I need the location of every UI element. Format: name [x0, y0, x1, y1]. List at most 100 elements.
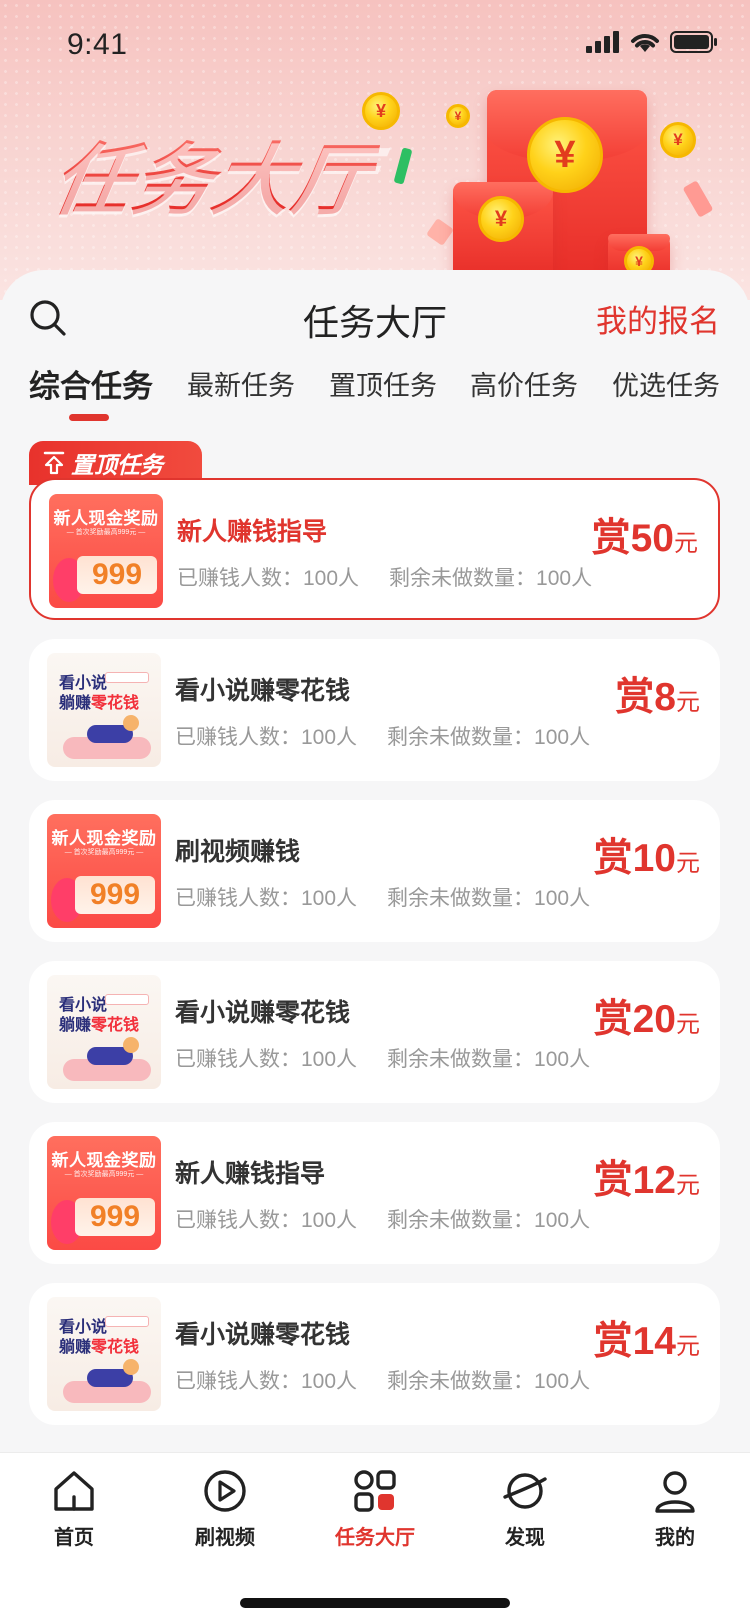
task-thumbnail: 看小说 躺赚零花钱	[47, 653, 161, 767]
earned-count: 已赚钱人数：100人	[175, 1048, 358, 1071]
reward-unit: 元	[676, 850, 700, 877]
my-signup-link[interactable]: 我的报名	[596, 296, 720, 341]
novel-line2-a: 躺赚	[59, 1017, 92, 1034]
task-thumbnail: 看小说 躺赚零花钱	[47, 1297, 161, 1411]
promo-subtitle: — 首次奖励最高999元 —	[66, 529, 146, 536]
tab-preferred[interactable]: 优选任务	[612, 364, 720, 403]
page-header: 任务大厅 我的报名	[0, 290, 750, 350]
person-head-illustration	[123, 1359, 139, 1375]
novel-pill-decoration	[105, 1316, 149, 1327]
task-name: 看小说赚零花钱	[175, 999, 351, 1027]
reward-prefix: 赏	[593, 1159, 633, 1202]
nav-task-hall-label: 任务大厅	[335, 1527, 415, 1549]
reward-amount: 12	[632, 1159, 676, 1202]
task-reward: 赏50元	[592, 507, 698, 563]
promo-subtitle: — 首次奖励最高999元 —	[64, 1171, 144, 1178]
tab-comprehensive[interactable]: 综合任务	[29, 361, 153, 406]
nav-videos[interactable]: 刷视频	[170, 1467, 280, 1550]
nav-profile[interactable]: 我的	[620, 1467, 730, 1550]
reward-unit: 元	[676, 1011, 700, 1038]
person-head-illustration	[123, 715, 139, 731]
earned-count: 已赚钱人数：100人	[175, 1209, 358, 1232]
reward-unit: 元	[676, 1333, 700, 1360]
nav-home[interactable]: 首页	[19, 1467, 129, 1550]
nav-videos-label: 刷视频	[195, 1527, 255, 1549]
reward-amount: 50	[630, 517, 674, 560]
nav-discover-label: 发现	[505, 1527, 545, 1549]
novel-line2: 躺赚零花钱	[59, 689, 139, 713]
task-name: 看小说赚零花钱	[175, 677, 351, 705]
task-thumbnail: 新人现金奖励 — 首次奖励最高999元 — 999	[49, 494, 163, 608]
task-card[interactable]: 新人现金奖励 — 首次奖励最高999元 — 999 刷视频赚钱 已赚钱人数：10…	[29, 800, 720, 942]
reward-unit: 元	[676, 689, 700, 716]
status-time: 9:41	[67, 28, 128, 61]
task-stats: 已赚钱人数：100人 剩余未做数量：100人	[175, 882, 590, 912]
task-name: 刷视频赚钱	[175, 838, 301, 866]
nav-task-hall[interactable]: 任务大厅	[320, 1467, 430, 1550]
tab-latest[interactable]: 最新任务	[187, 364, 295, 403]
yuan-coin-icon: ¥	[478, 196, 524, 242]
novel-line2: 躺赚零花钱	[59, 1011, 139, 1035]
task-card[interactable]: 看小说 躺赚零花钱 看小说赚零花钱 已赚钱人数：100人 剩余未做数量：100人 …	[29, 1283, 720, 1425]
task-name: 看小说赚零花钱	[175, 1321, 351, 1349]
remaining-count: 剩余未做数量：100人	[387, 887, 591, 910]
tab-high-price[interactable]: 高价任务	[470, 364, 578, 403]
task-thumbnail: 新人现金奖励 — 首次奖励最高999元 — 999	[47, 814, 161, 928]
reward-prefix: 赏	[593, 1320, 633, 1363]
novel-line2-b: 零花钱	[91, 695, 140, 712]
nav-home-label: 首页	[54, 1527, 94, 1549]
reward-prefix: 赏	[615, 676, 655, 719]
planet-icon	[503, 1473, 547, 1509]
reward-amount: 14	[632, 1320, 676, 1363]
user-icon	[655, 1471, 695, 1513]
novel-line2: 躺赚零花钱	[59, 1333, 139, 1357]
task-reward: 赏20元	[594, 988, 700, 1044]
remaining-count: 剩余未做数量：100人	[389, 567, 593, 590]
remaining-count: 剩余未做数量：100人	[387, 1048, 591, 1071]
person-head-illustration	[123, 1037, 139, 1053]
cellular-signal-icon	[586, 31, 619, 53]
home-icon	[54, 1471, 94, 1511]
task-card[interactable]: 新人现金奖励 — 首次奖励最高999元 — 999 新人赚钱指导 已赚钱人数：1…	[29, 1122, 720, 1264]
earned-count: 已赚钱人数：100人	[175, 1370, 358, 1393]
task-stats: 已赚钱人数：100人 剩余未做数量：100人	[175, 1204, 590, 1234]
task-tabs: 综合任务 最新任务 置顶任务 高价任务 优选任务	[0, 364, 750, 424]
yuan-coin-icon: ¥	[527, 117, 603, 193]
play-icon	[204, 1470, 246, 1512]
promo-title: 新人现金奖励	[51, 829, 157, 848]
task-card[interactable]: 看小说 躺赚零花钱 看小说赚零花钱 已赚钱人数：100人 剩余未做数量：100人 …	[29, 961, 720, 1103]
reward-unit: 元	[676, 1172, 700, 1199]
task-stats: 已赚钱人数：100人 剩余未做数量：100人	[175, 1043, 590, 1073]
hero-title: 任务大厅	[45, 118, 385, 230]
battery-icon	[670, 31, 717, 53]
task-name: 新人赚钱指导	[175, 1160, 326, 1188]
novel-line2-a: 躺赚	[59, 1339, 92, 1356]
promo-amount: 999	[77, 556, 157, 594]
yuan-coin-icon: ¥	[446, 104, 470, 128]
reward-amount: 10	[632, 837, 676, 880]
task-reward: 赏14元	[594, 1310, 700, 1366]
novel-line2-a: 躺赚	[59, 695, 92, 712]
task-thumbnail: 新人现金奖励 — 首次奖励最高999元 — 999	[47, 1136, 161, 1250]
nav-discover[interactable]: 发现	[470, 1467, 580, 1550]
task-reward: 赏12元	[594, 1149, 700, 1205]
task-name: 新人赚钱指导	[177, 518, 328, 546]
novel-pill-decoration	[105, 994, 149, 1005]
yuan-coin-icon: ¥	[660, 122, 696, 158]
earned-count: 已赚钱人数：100人	[175, 726, 358, 749]
home-indicator[interactable]	[240, 1598, 510, 1608]
pinned-badge-label: 置顶任务	[71, 452, 163, 478]
novel-line2-b: 零花钱	[91, 1339, 140, 1356]
reward-amount: 8	[654, 676, 676, 719]
promo-title: 新人现金奖励	[51, 1151, 157, 1170]
tab-pinned[interactable]: 置顶任务	[329, 364, 437, 403]
task-card[interactable]: 新人现金奖励 — 首次奖励最高999元 — 999 新人赚钱指导 已赚钱人数：1…	[29, 478, 720, 620]
wifi-icon	[631, 34, 659, 52]
active-tab-indicator	[69, 414, 109, 421]
promo-amount: 999	[75, 1198, 155, 1236]
reward-prefix: 赏	[591, 517, 631, 560]
promo-subtitle: — 首次奖励最高999元 —	[64, 849, 144, 856]
task-card[interactable]: 看小说 躺赚零花钱 看小说赚零花钱 已赚钱人数：100人 剩余未做数量：100人 …	[29, 639, 720, 781]
task-stats: 已赚钱人数：100人 剩余未做数量：100人	[177, 562, 592, 592]
promo-title: 新人现金奖励	[53, 509, 159, 528]
